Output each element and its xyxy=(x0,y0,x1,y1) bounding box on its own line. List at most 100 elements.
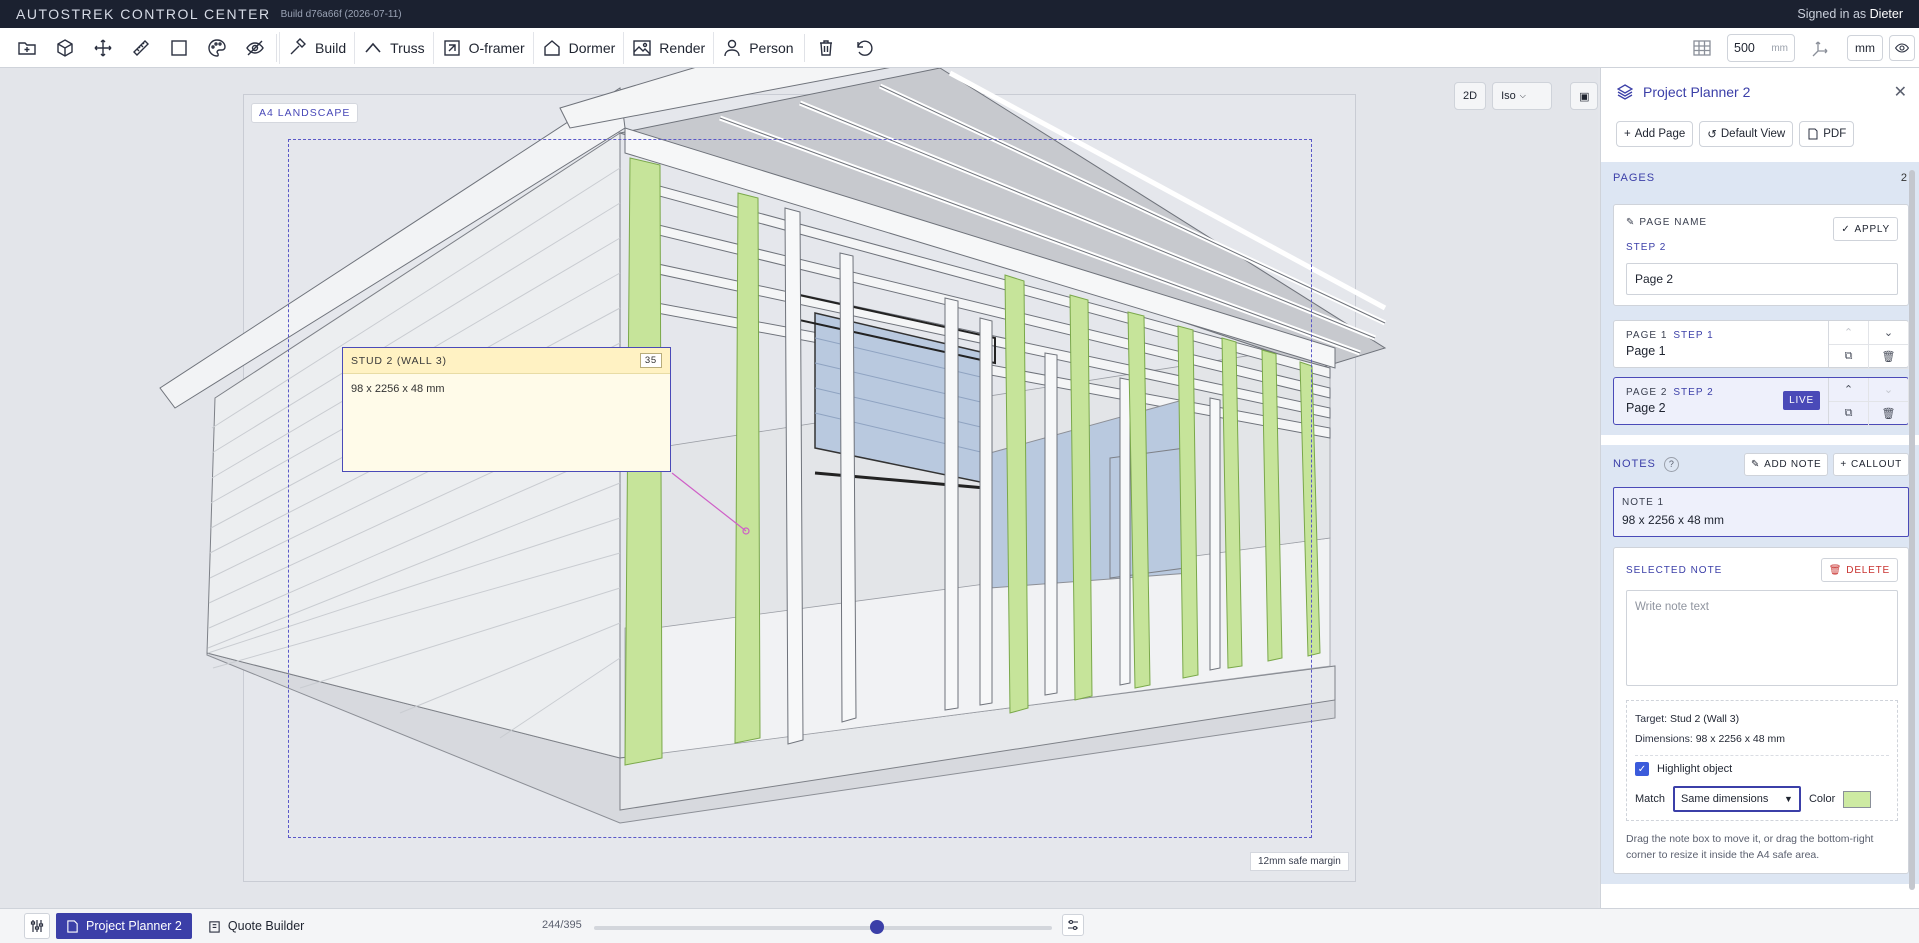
note-callout-title: STUD 2 (WALL 3) xyxy=(351,354,447,367)
highlight-checkbox[interactable]: ✓ xyxy=(1635,762,1649,776)
user-name[interactable]: Dieter xyxy=(1870,7,1903,21)
ruler-icon[interactable] xyxy=(126,33,156,63)
close-icon[interactable]: ✕ xyxy=(1894,82,1907,102)
timeline-slider-handle[interactable] xyxy=(869,920,884,934)
note-item-text: 98 x 2256 x 48 mm xyxy=(1622,513,1725,527)
delete-icon[interactable]: 🗑 xyxy=(1869,402,1909,426)
move-down-icon[interactable]: ⌄ xyxy=(1869,321,1909,345)
grid-icon[interactable] xyxy=(1687,33,1717,63)
pdf-button[interactable]: PDF xyxy=(1799,121,1855,147)
o-framer-button-label: O-framer xyxy=(468,39,525,56)
notes-section-title: NOTES xyxy=(1613,458,1656,470)
apply-button[interactable]: ✓ APPLY xyxy=(1833,217,1898,241)
pages-section-header: PAGES 2 xyxy=(1601,162,1919,194)
settings-icon[interactable] xyxy=(1062,914,1084,936)
add-note-label: ADD NOTE xyxy=(1764,458,1822,470)
dormer-icon xyxy=(543,39,560,56)
unit-button[interactable]: mm xyxy=(1847,35,1883,61)
notes-section: NOTE 1 98 x 2256 x 48 mm SELECTED NOTE 🗑… xyxy=(1601,483,1919,884)
default-view-button[interactable]: ↺ Default View xyxy=(1699,121,1794,147)
add-note-button[interactable]: ✎ ADD NOTE xyxy=(1744,452,1829,476)
page-item-controls: ⌃ ⌄ ⧉ 🗑 xyxy=(1828,378,1909,426)
page-size-label: A4 LANDSCAPE xyxy=(251,103,359,123)
truss-button-label: Truss xyxy=(390,39,425,56)
grid-size-input[interactable]: 500 mm xyxy=(1727,34,1795,62)
panel-title: Project Planner 2 xyxy=(1643,84,1751,100)
render-button-label: Render xyxy=(659,39,706,56)
view-mode-select[interactable]: Iso ⌵ xyxy=(1492,82,1553,110)
truss-button[interactable]: Truss xyxy=(354,31,432,64)
page-item-controls: ⌃ ⌄ ⧉ 🗑 xyxy=(1828,321,1909,369)
move-down-icon[interactable]: ⌄ xyxy=(1869,378,1909,402)
axis-icon[interactable] xyxy=(1805,33,1835,63)
person-button[interactable]: Person xyxy=(713,31,801,64)
match-select[interactable]: Same dimensions ▼ xyxy=(1672,786,1801,812)
page-item-step: STEP 1 xyxy=(1673,330,1714,341)
undo-icon[interactable] xyxy=(849,33,879,63)
tab-quote-builder[interactable]: Quote Builder xyxy=(198,913,314,939)
palette-icon[interactable] xyxy=(202,33,232,63)
move-icon[interactable] xyxy=(88,33,118,63)
duplicate-icon[interactable]: ⧉ xyxy=(1829,402,1869,426)
page-item-name: Page 1 xyxy=(1626,344,1666,358)
tab-quote-builder-label: Quote Builder xyxy=(227,919,305,933)
match-row: Match Same dimensions ▼ Color xyxy=(1635,786,1889,812)
panel-scrollbar[interactable] xyxy=(1909,170,1915,890)
plus-icon: + xyxy=(1840,458,1847,470)
page-list-item[interactable]: PAGE 1 STEP 1 Page 1 ⌃ ⌄ ⧉ 🗑 xyxy=(1613,320,1909,369)
grid-size-unit: mm xyxy=(1771,42,1788,54)
notes-section-header: NOTES ? ✎ ADD NOTE + CALLOUT xyxy=(1601,445,1919,483)
timeline-slider[interactable] xyxy=(594,926,1052,930)
check-icon: ✓ xyxy=(1841,223,1851,235)
trash-icon[interactable] xyxy=(811,33,841,63)
hide-icon[interactable] xyxy=(240,33,270,63)
build-button[interactable]: Build xyxy=(279,31,354,64)
build-button-label: Build xyxy=(315,39,347,56)
delete-note-button[interactable]: 🗑 DELETE xyxy=(1820,558,1898,582)
highlight-object-row: ✓ Highlight object xyxy=(1635,755,1889,776)
layers-icon xyxy=(1617,84,1633,100)
add-page-button[interactable]: + Add Page xyxy=(1616,121,1694,147)
color-swatch[interactable] xyxy=(1843,790,1872,808)
signed-in-status: Signed in as Dieter xyxy=(1797,7,1903,21)
o-framer-button[interactable]: O-framer xyxy=(432,31,533,64)
match-value: Same dimensions xyxy=(1680,793,1769,805)
note-callout-box[interactable]: STUD 2 (WALL 3) 35 98 x 2256 x 48 mm xyxy=(342,347,671,472)
view-mode-value: Iso xyxy=(1501,90,1516,102)
duplicate-icon[interactable]: ⧉ xyxy=(1829,345,1869,369)
trash-icon: 🗑 xyxy=(1828,564,1843,576)
page-name-editor: ✎ PAGE NAME ✓ APPLY STEP 2 Page 2 xyxy=(1613,204,1909,306)
callout-button[interactable]: + CALLOUT xyxy=(1833,452,1909,476)
live-badge: LIVE xyxy=(1783,391,1820,410)
focus-icon: ▣ xyxy=(1579,90,1590,103)
pages-section: ✎ PAGE NAME ✓ APPLY STEP 2 Page 2 PAGE 1 ST… xyxy=(1601,194,1919,435)
cube-icon[interactable] xyxy=(50,33,80,63)
default-view-label: Default View xyxy=(1720,128,1786,140)
move-up-icon[interactable]: ⌃ xyxy=(1829,378,1869,402)
dormer-button[interactable]: Dormer xyxy=(532,31,624,64)
delete-icon[interactable]: 🗑 xyxy=(1869,345,1909,369)
person-icon xyxy=(724,39,740,56)
signed-in-label: Signed in as xyxy=(1797,7,1867,21)
note-list-item[interactable]: NOTE 1 98 x 2256 x 48 mm xyxy=(1613,487,1909,537)
apply-label: APPLY xyxy=(1854,223,1890,235)
safe-margin-label: 12mm safe margin xyxy=(1250,852,1349,871)
view-2d-button[interactable]: 2D xyxy=(1454,82,1487,110)
edit-icon: ✎ xyxy=(1751,458,1761,470)
help-icon[interactable]: ? xyxy=(1663,456,1679,472)
move-up-icon[interactable]: ⌃ xyxy=(1829,321,1869,345)
eye-icon[interactable] xyxy=(1889,35,1915,61)
folder-add-icon[interactable] xyxy=(12,33,42,63)
note-text-area[interactable]: Write note text xyxy=(1626,590,1898,686)
pages-count: 2 xyxy=(1900,172,1907,184)
add-page-label: Add Page xyxy=(1634,128,1686,140)
tab-project-planner[interactable]: Project Planner 2 xyxy=(56,913,192,939)
fit-view-button[interactable]: ▣ xyxy=(1570,82,1598,110)
page-name-input[interactable]: Page 2 xyxy=(1626,263,1898,295)
3d-viewport[interactable]: A4 LANDSCAPE 12mm safe margin 2D Iso ⌵ ▣ … xyxy=(0,68,1598,908)
page-list-item-active[interactable]: PAGE 2 STEP 2 Page 2 LIVE ⌃ ⌄ ⧉ 🗑 xyxy=(1613,377,1909,426)
square-icon[interactable] xyxy=(164,33,194,63)
render-button[interactable]: Render xyxy=(623,31,713,64)
target-label: Target: xyxy=(1635,713,1668,725)
sliders-icon[interactable] xyxy=(24,913,50,939)
